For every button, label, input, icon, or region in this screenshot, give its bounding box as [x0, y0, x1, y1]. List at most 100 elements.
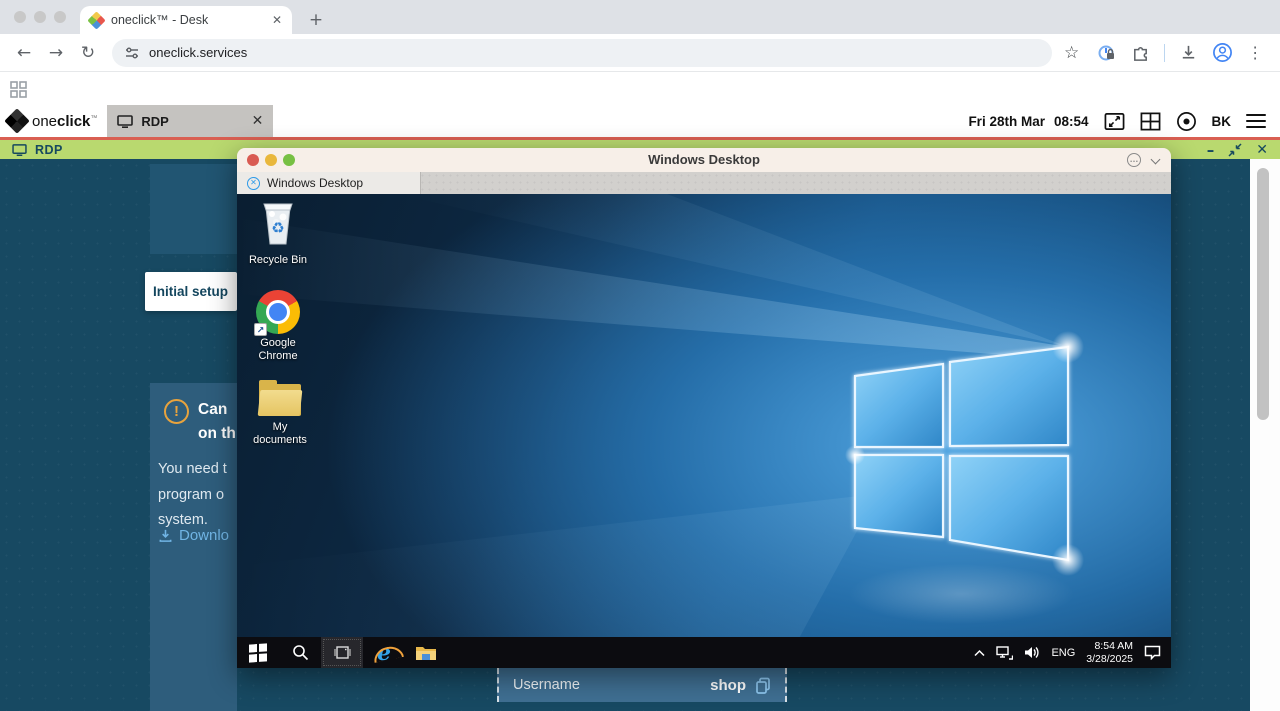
screen: oneclick™ - Desk ✕ + ← → ↻ oneclick.serv…: [0, 0, 1280, 711]
address-bar[interactable]: oneclick.services: [112, 39, 1052, 67]
chrome-icon: ↗: [256, 290, 300, 334]
session-close-icon[interactable]: ✕: [1256, 142, 1268, 158]
new-tab-button[interactable]: +: [304, 8, 328, 32]
oneclick-logo[interactable]: oneclick™: [0, 112, 107, 130]
url-text: oneclick.services: [149, 45, 247, 60]
tab-close-icon[interactable]: ✕: [272, 13, 282, 27]
desktop-icon-my-documents[interactable]: My documents: [247, 380, 313, 446]
session-monitor-icon: [12, 144, 27, 156]
warning-body: You need t program o system.: [158, 457, 227, 534]
desktop-icon-label: Google Chrome: [245, 337, 311, 362]
folder-icon: [257, 380, 303, 418]
windows-wallpaper: [237, 194, 1171, 642]
desktop-icon-recycle-bin[interactable]: ♻ Recycle Bin: [245, 200, 311, 267]
header-date: Fri 28th Mar: [968, 114, 1045, 129]
page-scrollbar[interactable]: [1250, 159, 1280, 711]
session-minimize-icon[interactable]: –: [1207, 145, 1215, 155]
shortcut-arrow-icon: ↗: [254, 323, 267, 336]
username-value: shop: [710, 677, 746, 694]
taskbar-search-button[interactable]: [279, 637, 321, 668]
tray-clock[interactable]: 8:54 AM 3/28/2025: [1086, 640, 1133, 665]
oneclick-logo-icon: [4, 108, 29, 133]
action-center-icon[interactable]: [1144, 645, 1161, 660]
session-restore-icon[interactable]: [1228, 143, 1242, 157]
record-icon[interactable]: [1176, 111, 1197, 132]
warning-panel: ! Can on th You need t program o system.…: [150, 383, 237, 711]
credentials-row: Username shop: [497, 668, 787, 702]
file-explorer-icon: [415, 644, 437, 661]
extensions-icon[interactable]: [1131, 43, 1150, 62]
background-card: [150, 164, 237, 254]
svg-text:♻: ♻: [271, 220, 284, 237]
app-grid-icon[interactable]: [10, 81, 27, 98]
warning-title: Can on th: [198, 398, 236, 446]
file-explorer-button[interactable]: [405, 637, 447, 668]
task-view-icon: [333, 645, 352, 660]
rdp-window-title: Windows Desktop: [237, 148, 1171, 172]
reload-icon[interactable]: ↻: [74, 39, 102, 67]
desktop-icon-google-chrome[interactable]: ↗ Google Chrome: [245, 290, 311, 362]
mac-minimize-button[interactable]: [34, 11, 46, 23]
task-view-button[interactable]: [321, 637, 363, 668]
recycle-bin-icon: ♻: [256, 200, 300, 246]
desktop-icon-label: My documents: [247, 421, 313, 446]
copy-icon[interactable]: [755, 677, 771, 694]
desktop-icon-label: Recycle Bin: [245, 254, 311, 267]
start-button[interactable]: [237, 637, 279, 668]
app-header: oneclick™ RDP ✕ Fri 28th Mar 08:54: [0, 105, 1280, 137]
tray-chevron-up-icon[interactable]: [974, 649, 985, 657]
app-menu-icon[interactable]: [1246, 114, 1266, 129]
tray-date: 3/28/2025: [1086, 653, 1133, 666]
browser-titlebar: oneclick™ - Desk ✕ +: [0, 0, 1280, 34]
monitor-icon: [117, 115, 133, 128]
app-tab-rdp[interactable]: RDP ✕: [107, 105, 273, 137]
username-label: Username: [513, 677, 580, 693]
browser-toolbar: ← → ↻ oneclick.services ☆: [0, 34, 1280, 72]
page-top-strip: [0, 72, 1280, 105]
windows-desktop[interactable]: ♻ Recycle Bin ↗ Google Chrome My documen…: [237, 194, 1171, 642]
back-icon[interactable]: ←: [10, 39, 38, 67]
oneclick-favicon: [87, 11, 105, 29]
rdp-session-tab[interactable]: ✕ Windows Desktop: [237, 172, 421, 194]
rdp-window-titlebar[interactable]: Windows Desktop …: [237, 148, 1171, 172]
download-icon: [158, 528, 173, 543]
browser-menu-icon[interactable]: ⋮: [1247, 43, 1263, 62]
rdp-tabbar: ✕ Windows Desktop: [237, 172, 1171, 194]
download-link[interactable]: Downlo: [158, 527, 229, 544]
fullscreen-icon[interactable]: [1104, 111, 1125, 132]
forward-icon[interactable]: →: [42, 39, 70, 67]
network-icon[interactable]: [996, 646, 1013, 660]
volume-icon[interactable]: [1024, 646, 1040, 659]
mac-zoom-button[interactable]: [54, 11, 66, 23]
warning-icon: !: [164, 399, 189, 424]
mac-close-button[interactable]: [14, 11, 26, 23]
language-indicator[interactable]: ENG: [1051, 647, 1075, 659]
site-settings-icon[interactable]: [124, 45, 140, 61]
internet-explorer-button[interactable]: e: [363, 637, 405, 668]
toolbar-divider: [1164, 44, 1165, 62]
windows-taskbar: e: [237, 637, 1171, 668]
tray-time: 8:54 AM: [1086, 640, 1133, 653]
header-time: 08:54: [1054, 114, 1089, 129]
rdp-session-tab-label: Windows Desktop: [267, 176, 363, 190]
app-tab-close-icon[interactable]: ✕: [252, 113, 264, 129]
browser-tab[interactable]: oneclick™ - Desk ✕: [80, 6, 292, 34]
windows-logo-icon: [249, 643, 267, 662]
browser-tab-title: oneclick™ - Desk: [111, 13, 264, 27]
profile-avatar-icon[interactable]: [1212, 42, 1233, 63]
window-menu-icon[interactable]: …: [1127, 153, 1141, 167]
oneclick-wordmark: oneclick™: [32, 113, 97, 130]
search-icon: [292, 644, 309, 661]
initial-setup-button[interactable]: Initial setup: [145, 272, 237, 311]
window-grid-icon[interactable]: [1140, 111, 1161, 132]
scrollbar-thumb[interactable]: [1257, 168, 1269, 420]
session-label: RDP: [35, 143, 63, 157]
rdp-session-icon: ✕: [247, 177, 260, 190]
privacy-lock-icon[interactable]: [1097, 43, 1117, 63]
user-initials-badge[interactable]: BK: [1212, 114, 1232, 129]
internet-explorer-icon: e: [377, 643, 391, 663]
downloads-icon[interactable]: [1179, 43, 1198, 62]
bookmark-star-icon[interactable]: ☆: [1064, 43, 1079, 63]
app-tab-label: RDP: [141, 114, 243, 129]
rdp-window: Windows Desktop … ✕ Windows Desktop: [237, 148, 1171, 668]
